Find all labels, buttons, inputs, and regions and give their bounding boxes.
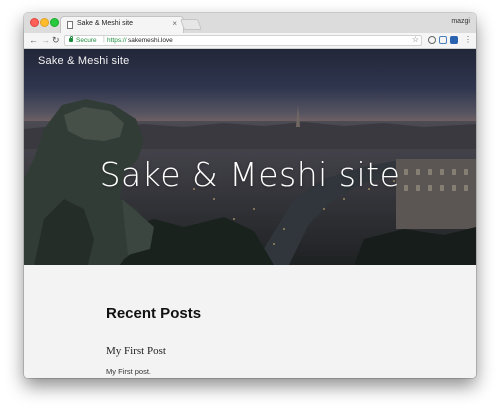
star-icon[interactable]: ☆	[412, 35, 419, 44]
hero-banner: Sake & Meshi site Sake & Meshi site	[24, 49, 476, 265]
profile-name[interactable]: mazgi	[451, 18, 470, 25]
recent-posts-heading: Recent Posts	[106, 305, 202, 322]
zoom-window-button[interactable]	[50, 18, 59, 27]
tab-title: Sake & Meshi site	[77, 20, 134, 27]
main-content: Recent Posts My First Post My First post…	[24, 265, 476, 378]
menu-icon[interactable]: ⋮	[464, 34, 472, 46]
browser-toolbar: ← → ↻ Secure | https:// sakemeshi.love ☆…	[24, 33, 476, 49]
post-excerpt: My First post.	[106, 367, 152, 376]
minimize-window-button[interactable]	[40, 18, 49, 27]
extension-icon[interactable]	[450, 36, 458, 44]
hero-title: Sake & Meshi site	[99, 155, 401, 194]
browser-window: Sake & Meshi site × mazgi ← → ↻ Secure |…	[24, 13, 476, 378]
page-icon	[67, 21, 73, 29]
post-title-link[interactable]: My First Post	[106, 345, 166, 357]
new-tab-button[interactable]	[179, 19, 203, 30]
forward-icon[interactable]: →	[41, 34, 50, 46]
url-scheme: https://	[107, 37, 127, 44]
lock-icon	[69, 36, 73, 42]
secure-label: Secure	[76, 37, 97, 44]
site-header-name[interactable]: Sake & Meshi site	[38, 55, 129, 67]
extension-icon[interactable]	[439, 36, 447, 44]
url-host: sakemeshi.love	[128, 37, 173, 44]
tab-close-icon[interactable]: ×	[172, 19, 177, 29]
tab-sake-meshi[interactable]: Sake & Meshi site ×	[60, 16, 184, 33]
close-window-button[interactable]	[30, 18, 39, 27]
info-icon[interactable]	[428, 36, 436, 44]
tab-bar: Sake & Meshi site × mazgi	[24, 13, 476, 34]
reload-icon[interactable]: ↻	[52, 34, 60, 46]
address-bar[interactable]: Secure | https:// sakemeshi.love ☆	[64, 35, 422, 46]
back-icon[interactable]: ←	[29, 34, 38, 46]
url-separator: |	[103, 36, 105, 43]
